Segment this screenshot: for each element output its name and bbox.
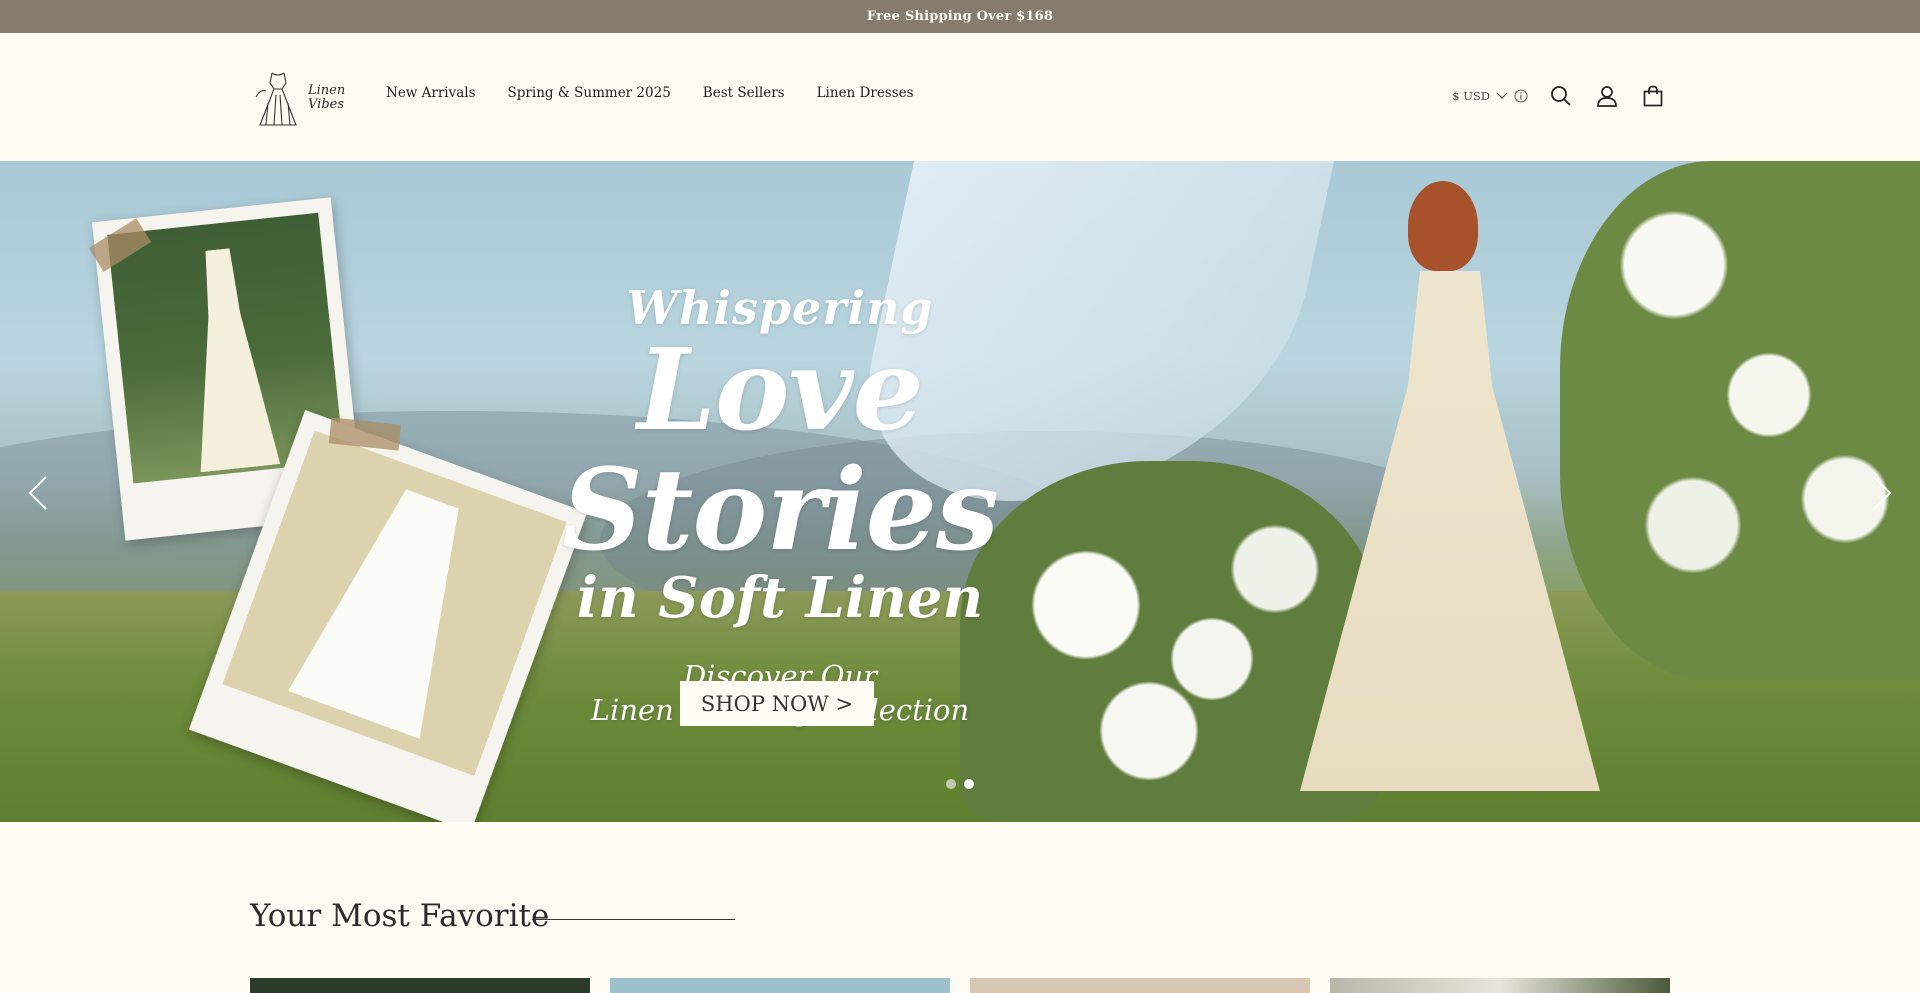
dress-logo-icon bbox=[255, 72, 297, 126]
header-utilities: $ USD bbox=[1452, 83, 1666, 109]
account-button[interactable] bbox=[1594, 83, 1620, 109]
carousel-dot-2[interactable] bbox=[964, 779, 974, 789]
announcement-bar: Free Shipping Over $168 bbox=[0, 0, 1920, 33]
product-card-image[interactable] bbox=[250, 978, 590, 993]
logo[interactable]: Linen Vibes bbox=[252, 67, 348, 129]
shopping-bag-icon bbox=[1643, 85, 1663, 107]
logo-text-line1: Linen bbox=[308, 83, 346, 98]
info-icon[interactable] bbox=[1514, 89, 1528, 103]
hero-headline: Whispering Love Stories in Soft Linen Di… bbox=[440, 281, 1120, 727]
search-icon bbox=[1551, 86, 1571, 106]
hero-banner[interactable]: Whispering Love Stories in Soft Linen Di… bbox=[0, 161, 1920, 822]
currency-label: $ USD bbox=[1452, 89, 1490, 103]
chevron-right-icon bbox=[1873, 476, 1892, 510]
nav-linen-dresses[interactable]: Linen Dresses bbox=[817, 85, 914, 101]
hero-line3: in Soft Linen bbox=[576, 565, 984, 631]
logo-text-line2: Vibes bbox=[308, 97, 345, 112]
carousel-dot-1[interactable] bbox=[946, 779, 956, 789]
site-header: Linen Vibes New Arrivals Spring & Summer… bbox=[0, 33, 1920, 161]
nav-best-sellers[interactable]: Best Sellers bbox=[703, 85, 785, 101]
main-nav: New Arrivals Spring & Summer 2025 Best S… bbox=[386, 85, 914, 101]
hero-line2: Love Stories bbox=[561, 325, 999, 576]
model-figure bbox=[1408, 181, 1478, 271]
currency-selector[interactable]: $ USD bbox=[1452, 89, 1528, 103]
product-card-image[interactable] bbox=[1330, 978, 1670, 993]
carousel-pagination bbox=[946, 779, 974, 789]
nav-spring-summer-2025[interactable]: Spring & Summer 2025 bbox=[508, 85, 671, 101]
nav-new-arrivals[interactable]: New Arrivals bbox=[386, 85, 476, 101]
product-card-image[interactable] bbox=[610, 978, 950, 993]
announcement-text: Free Shipping Over $168 bbox=[866, 9, 1054, 24]
section-divider bbox=[532, 919, 735, 920]
cart-button[interactable] bbox=[1640, 83, 1666, 109]
chevron-left-icon bbox=[28, 476, 47, 510]
flower-arch bbox=[1560, 161, 1920, 681]
shop-now-button[interactable]: SHOP NOW > bbox=[680, 681, 874, 726]
section-title: Your Most Favorite bbox=[250, 898, 550, 934]
carousel-prev-button[interactable] bbox=[18, 473, 58, 513]
carousel-next-button[interactable] bbox=[1862, 473, 1902, 513]
chevron-down-icon bbox=[1496, 92, 1508, 99]
user-icon bbox=[1597, 86, 1617, 107]
product-card-image[interactable] bbox=[970, 978, 1310, 993]
search-button[interactable] bbox=[1548, 83, 1574, 109]
